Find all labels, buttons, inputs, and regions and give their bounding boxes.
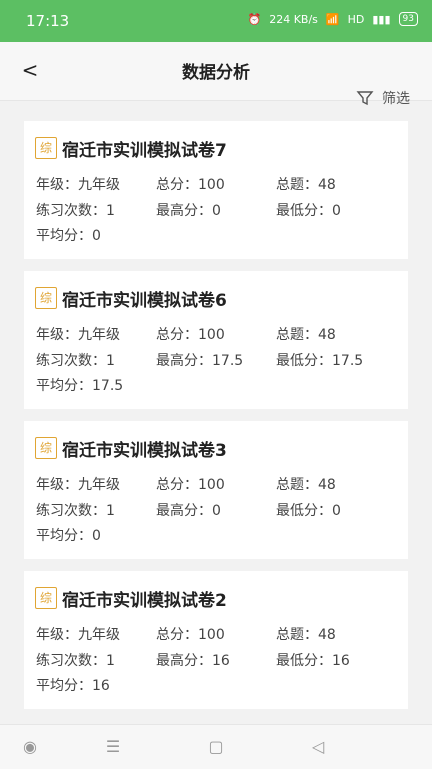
total-questions: 总题：48 — [276, 177, 336, 193]
category-badge: 综 — [35, 437, 57, 459]
network-speed: 224 KB/s — [269, 12, 318, 26]
category-badge: 综 — [35, 587, 57, 609]
exam-list: 综 宿迁市实训模拟试卷7 年级：九年级 总分：100 总题：48 练习次数：1 … — [24, 121, 408, 721]
avg-score: 平均分：0 — [36, 228, 101, 244]
total-score: 总分：100 — [156, 627, 225, 643]
battery-indicator: 93 — [398, 12, 418, 26]
exam-card[interactable]: 综 宿迁市实训模拟试卷6 年级：九年级 总分：100 总题：48 练习次数：1 … — [24, 271, 408, 409]
practice-count: 练习次数：1 — [36, 353, 115, 369]
total-questions: 总题：48 — [276, 477, 336, 493]
menu-icon: ☰ — [105, 737, 121, 756]
max-score: 最高分：16 — [156, 653, 230, 669]
exam-card[interactable]: 综 宿迁市实训模拟试卷2 年级：九年级 总分：100 总题：48 练习次数：1 … — [24, 571, 408, 709]
practice-count: 练习次数：1 — [36, 203, 115, 219]
square-icon: ▢ — [208, 737, 224, 756]
exam-card[interactable]: 综 宿迁市实训模拟试卷7 年级：九年级 总分：100 总题：48 练习次数：1 … — [24, 121, 408, 259]
max-score: 最高分：0 — [156, 203, 221, 219]
back-nav-button[interactable]: ◁ — [306, 735, 330, 759]
signal-icon: ▮▮▮ — [372, 12, 391, 26]
category-badge: 综 — [35, 137, 57, 159]
practice-count: 练习次数：1 — [36, 503, 115, 519]
exam-title: 宿迁市实训模拟试卷6 — [62, 291, 227, 311]
hd-label: HD — [347, 12, 365, 26]
circle-dot-icon: ◉ — [23, 737, 37, 756]
max-score: 最高分：0 — [156, 503, 221, 519]
practice-count: 练习次数：1 — [36, 653, 115, 669]
filter-button[interactable]: 筛选 — [356, 88, 410, 108]
avg-score: 平均分：17.5 — [36, 378, 124, 394]
system-nav-bar: ◉ ☰ ▢ ◁ — [0, 724, 432, 769]
exam-title: 宿迁市实训模拟试卷2 — [62, 591, 227, 611]
status-time: 17:13 — [26, 12, 70, 30]
wifi-icon: 📶 — [325, 12, 340, 26]
status-icons: ⏰ 224 KB/s 📶 HD ▮▮▮ 93 — [248, 12, 418, 26]
triangle-back-icon: ◁ — [311, 737, 325, 756]
min-score: 最低分：0 — [276, 503, 341, 519]
menu-button[interactable]: ☰ — [101, 735, 125, 759]
total-score: 总分：100 — [156, 327, 225, 343]
min-score: 最低分：17.5 — [276, 353, 364, 369]
exam-title: 宿迁市实训模拟试卷3 — [62, 441, 227, 461]
grade: 年级：九年级 — [36, 177, 120, 193]
status-bar: 17:13 ⏰ 224 KB/s 📶 HD ▮▮▮ 93 — [0, 0, 432, 42]
category-badge: 综 — [35, 287, 57, 309]
grade: 年级：九年级 — [36, 627, 120, 643]
exam-card[interactable]: 综 宿迁市实训模拟试卷3 年级：九年级 总分：100 总题：48 练习次数：1 … — [24, 421, 408, 559]
filter-label: 筛选 — [382, 91, 410, 107]
max-score: 最高分：17.5 — [156, 353, 244, 369]
home-button[interactable]: ▢ — [204, 735, 228, 759]
total-score: 总分：100 — [156, 177, 225, 193]
page-title: 数据分析 — [182, 63, 250, 83]
total-questions: 总题：48 — [276, 327, 336, 343]
grade: 年级：九年级 — [36, 477, 120, 493]
min-score: 最低分：0 — [276, 203, 341, 219]
alarm-icon: ⏰ — [247, 12, 262, 26]
total-questions: 总题：48 — [276, 627, 336, 643]
exam-title: 宿迁市实训模拟试卷7 — [62, 141, 227, 161]
avg-score: 平均分：0 — [36, 528, 101, 544]
min-score: 最低分：16 — [276, 653, 350, 669]
total-score: 总分：100 — [156, 477, 225, 493]
grade: 年级：九年级 — [36, 327, 120, 343]
assistant-button[interactable]: ◉ — [18, 735, 42, 759]
filter-icon — [356, 91, 374, 106]
avg-score: 平均分：16 — [36, 678, 110, 694]
